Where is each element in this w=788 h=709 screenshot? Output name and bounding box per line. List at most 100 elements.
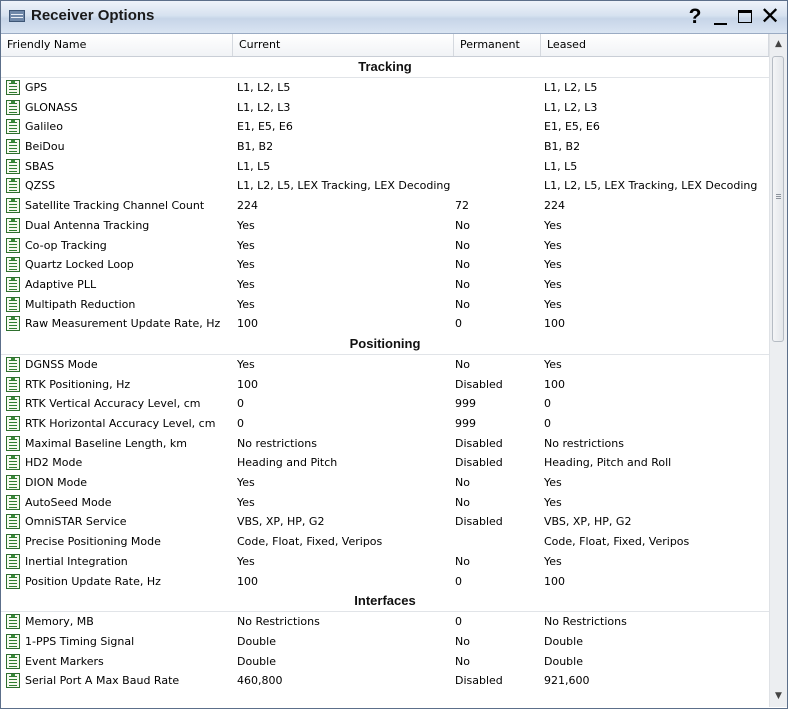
option-list-icon — [6, 416, 20, 431]
option-row[interactable]: RTK Positioning, Hz 100 Disabled 100 — [1, 375, 769, 395]
option-leased: L1, L5 — [544, 159, 578, 173]
option-leased: L1, L2, L3 — [544, 100, 598, 114]
option-row[interactable]: DGNSS Mode Yes No Yes — [1, 355, 769, 375]
option-current: No Restrictions — [237, 615, 320, 629]
option-current: Yes — [237, 218, 255, 232]
option-list-icon — [6, 296, 20, 312]
option-leased: 0 — [544, 397, 551, 411]
option-row[interactable]: Precise Positioning Mode Code, Float, Fix… — [1, 532, 769, 552]
option-name: DION Mode — [25, 476, 88, 490]
vertical-scrollbar[interactable]: ▲ ▼ — [769, 34, 787, 707]
option-row[interactable]: DION Mode Yes No Yes — [1, 473, 769, 493]
option-leased: 224 — [544, 199, 565, 213]
option-name: AutoSeed Mode — [25, 495, 112, 509]
option-leased: Yes — [544, 218, 562, 232]
option-row[interactable]: GLONASS L1, L2, L3 L1, L2, L3 — [1, 98, 769, 118]
option-list-icon — [6, 178, 20, 194]
caption-buttons: ? ✕ — [681, 5, 781, 29]
option-name: Serial Port A Max Baud Rate — [25, 674, 180, 688]
option-current: Yes — [237, 277, 255, 291]
option-name: Multipath Reduction — [25, 297, 136, 311]
option-permanent: No — [455, 554, 470, 568]
option-name: Co-op Tracking — [25, 238, 107, 252]
option-row[interactable]: Multipath Reduction Yes No Yes — [1, 295, 769, 315]
option-permanent: No — [455, 258, 470, 272]
option-row[interactable]: Quartz Locked Loop Yes No Yes — [1, 255, 769, 275]
option-row[interactable]: Co-op Tracking Yes No Yes — [1, 236, 769, 256]
option-row[interactable]: RTK Vertical Accuracy Level, cm 0 999 0 — [1, 394, 769, 414]
option-current: Heading and Pitch — [237, 456, 338, 470]
option-leased: Yes — [544, 357, 562, 371]
option-row[interactable]: Dual Antenna Tracking Yes No Yes — [1, 216, 769, 236]
scroll-up-arrow-icon[interactable]: ▲ — [770, 36, 787, 53]
option-list-icon — [6, 237, 20, 253]
option-current: 100 — [237, 377, 258, 391]
column-header-leased[interactable]: Leased — [541, 34, 769, 56]
option-current: L1, L2, L5 — [237, 81, 291, 94]
option-current: Yes — [237, 238, 255, 252]
option-row[interactable]: Event Markers Double No Double — [1, 652, 769, 672]
option-row[interactable]: Adaptive PLL Yes No Yes — [1, 275, 769, 295]
option-row[interactable]: Raw Measurement Update Rate, Hz 100 0 100 — [1, 314, 769, 334]
option-leased: Yes — [544, 258, 562, 272]
minimize-button[interactable] — [709, 6, 731, 28]
option-list-icon — [6, 614, 20, 630]
option-row[interactable]: HD2 Mode Heading and Pitch Disabled Heading… — [1, 453, 769, 473]
option-current: L1, L5 — [237, 159, 271, 173]
option-leased: Double — [544, 634, 583, 648]
option-name: DGNSS Mode — [25, 357, 98, 371]
option-row[interactable]: RTK Horizontal Accuracy Level, cm 0 999 0 — [1, 414, 769, 434]
option-permanent: No — [455, 495, 470, 509]
option-row[interactable]: BeiDou B1, B2 B1, B2 — [1, 137, 769, 157]
option-row[interactable]: AutoSeed Mode Yes No Yes — [1, 493, 769, 513]
option-row[interactable]: Position Update Rate, Hz 100 0 100 — [1, 572, 769, 592]
option-current: 100 — [237, 317, 258, 331]
section-header-tracking: Tracking — [1, 57, 769, 78]
option-leased: 100 — [544, 317, 565, 331]
option-leased: 100 — [544, 574, 565, 588]
scroll-down-arrow-icon[interactable]: ▼ — [770, 688, 787, 705]
option-leased: 0 — [544, 417, 551, 430]
window-menu-icon[interactable] — [9, 10, 25, 22]
option-row[interactable]: GPS L1, L2, L5 L1, L2, L5 — [1, 78, 769, 98]
option-leased: Yes — [544, 238, 562, 252]
option-row[interactable]: Serial Port A Max Baud Rate 460,800 Disabl… — [1, 671, 769, 691]
option-permanent: Disabled — [455, 674, 503, 688]
help-button[interactable]: ? — [684, 6, 706, 28]
option-current: VBS, XP, HP, G2 — [237, 515, 325, 529]
option-row[interactable]: Galileo E1, E5, E6 E1, E5, E6 — [1, 117, 769, 137]
option-permanent: 0 — [455, 574, 462, 588]
option-list-icon — [6, 673, 20, 689]
option-row[interactable]: SBAS L1, L5 L1, L5 — [1, 157, 769, 177]
option-row[interactable]: OmniSTAR Service VBS, XP, HP, G2 Disabled V… — [1, 512, 769, 532]
option-list-icon — [6, 80, 20, 95]
option-permanent: Disabled — [455, 456, 503, 470]
option-current: Yes — [237, 554, 255, 568]
option-name: Raw Measurement Update Rate, Hz — [25, 317, 221, 331]
option-current: B1, B2 — [237, 140, 274, 154]
option-list-icon — [6, 356, 20, 372]
option-leased: Yes — [544, 297, 562, 311]
option-row[interactable]: QZSS L1, L2, L5, LEX Tracking, LEX Decodi… — [1, 176, 769, 196]
option-current: 100 — [237, 574, 258, 588]
option-current: 460,800 — [237, 674, 283, 688]
title-bar[interactable]: Receiver Options ? ✕ — [1, 1, 787, 34]
option-permanent: 0 — [455, 317, 462, 331]
option-leased: Yes — [544, 476, 562, 490]
maximize-button[interactable] — [734, 6, 756, 28]
scroll-thumb[interactable] — [772, 56, 784, 342]
option-row[interactable]: 1-PPS Timing Signal Double No Double — [1, 632, 769, 652]
column-header-friendly-name[interactable]: Friendly Name — [1, 34, 233, 56]
option-list-icon — [6, 494, 20, 510]
option-row[interactable]: Maximal Baseline Length, km No restrictio… — [1, 434, 769, 454]
option-permanent: No — [455, 218, 470, 232]
option-name: Galileo — [25, 120, 63, 134]
column-header-permanent[interactable]: Permanent — [454, 34, 541, 56]
column-header-current[interactable]: Current — [233, 34, 454, 56]
option-name: SBAS — [25, 159, 55, 173]
option-row[interactable]: Memory, MB No Restrictions 0 No Restriction… — [1, 612, 769, 632]
close-button[interactable]: ✕ — [759, 5, 781, 29]
option-row[interactable]: Inertial Integration Yes No Yes — [1, 552, 769, 572]
option-row[interactable]: Satellite Tracking Channel Count 224 72 224 — [1, 196, 769, 216]
option-current: 0 — [237, 397, 244, 411]
